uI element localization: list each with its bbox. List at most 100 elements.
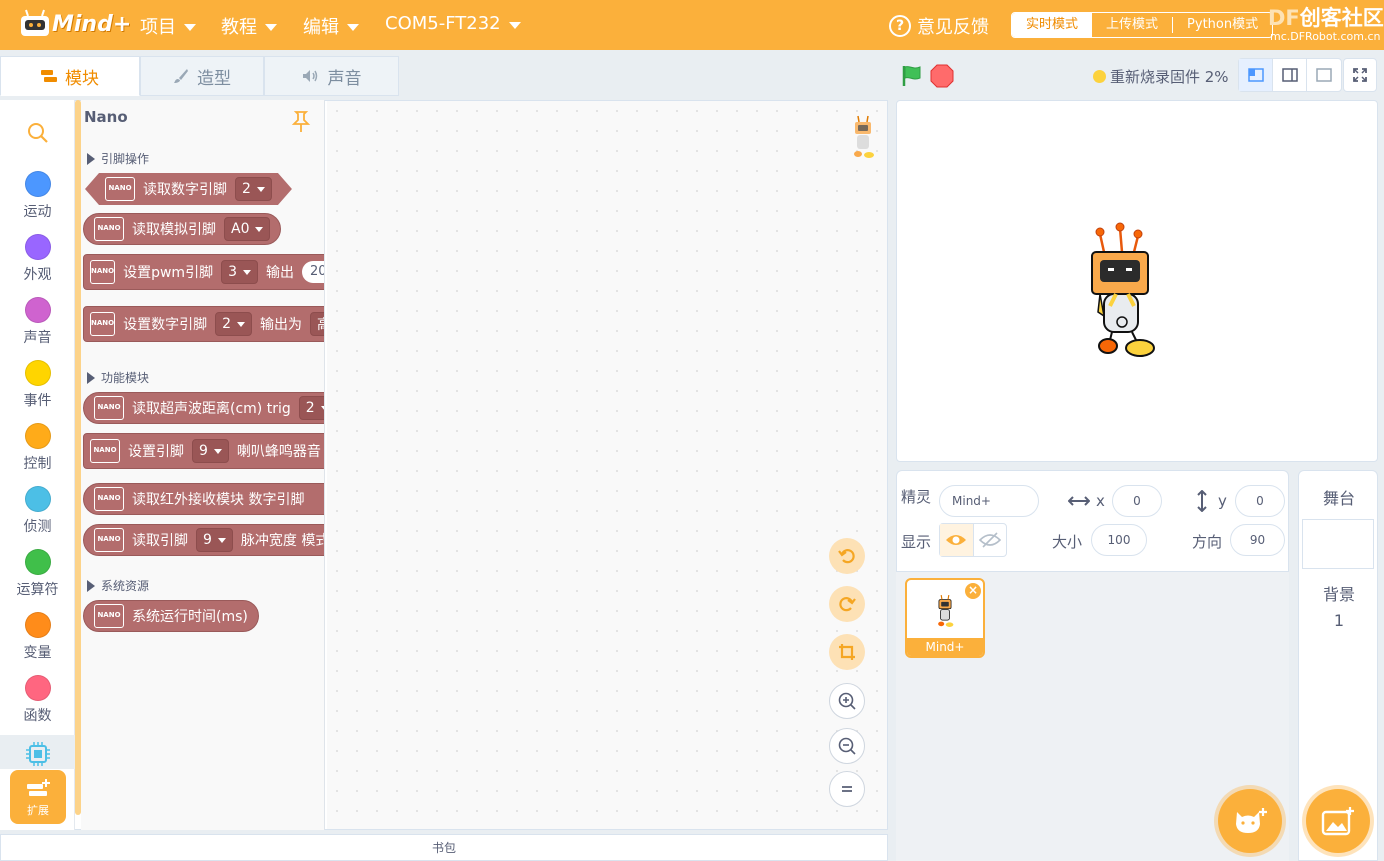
tab-costumes[interactable]: 造型 <box>140 56 264 96</box>
menu-serial-port[interactable]: COM5-FT232 <box>385 13 521 34</box>
category-dot <box>24 612 51 638</box>
section-function-modules[interactable]: 功能模块 <box>87 369 149 386</box>
block-read-ir[interactable]: NANO 读取红外接收模块 数字引脚 <box>83 483 324 515</box>
sprite-thumbnail[interactable]: × Mind+ <box>905 578 985 658</box>
dropdown-value: A0 <box>231 221 250 237</box>
category-sound[interactable]: 声音 <box>0 297 75 347</box>
category-dot <box>24 297 51 323</box>
pin-dropdown[interactable]: 9 <box>192 439 229 463</box>
pin-dropdown[interactable]: A0 <box>224 217 271 241</box>
block-read-ultrasonic[interactable]: NANO 读取超声波距离(cm) trig 2 <box>83 392 324 424</box>
pwm-value-input[interactable]: 20 <box>302 261 324 283</box>
category-sensing[interactable]: 侦测 <box>0 486 75 536</box>
backdrop-count: 1 <box>1333 611 1345 630</box>
section-pin-ops[interactable]: 引脚操作 <box>87 150 149 167</box>
pin-dropdown[interactable]: 9 <box>196 528 233 552</box>
category-operators[interactable]: 运算符 <box>0 549 75 599</box>
small-stage-button[interactable] <box>1239 59 1273 91</box>
block-text: 读取红外接收模块 数字引脚 <box>132 492 305 508</box>
block-read-analog-pin[interactable]: NANO 读取模拟引脚 A0 <box>83 213 282 245</box>
delete-sprite-icon[interactable]: × <box>965 583 981 599</box>
stop-icon[interactable] <box>930 64 954 88</box>
block-set-buzzer[interactable]: NANO 设置引脚 9 喇叭蜂鸣器音 <box>83 433 324 469</box>
nano-board-icon: NANO <box>94 396 124 420</box>
block-text: 系统运行时间(ms) <box>132 609 248 625</box>
menu-tutorial[interactable]: 教程 <box>221 13 277 39</box>
category-variables[interactable]: 变量 <box>0 612 75 662</box>
pin-dropdown[interactable]: 2 <box>235 177 272 201</box>
cat-plus-icon <box>1236 808 1267 833</box>
editor-tabs: 模块 造型 声音 <box>0 56 399 96</box>
search-icon[interactable] <box>27 122 49 144</box>
menu-tutorial-label: 教程 <box>221 17 257 38</box>
add-backdrop-button[interactable] <box>1306 789 1370 853</box>
dfrobot-community-logo[interactable]: DF创客社区 mc.DFRobot.com.cn <box>1268 2 1384 48</box>
crop-button[interactable] <box>829 634 865 670</box>
feedback-button[interactable]: ? 意见反馈 <box>889 13 989 39</box>
tab-sounds[interactable]: 声音 <box>264 56 399 96</box>
x-input[interactable]: 0 <box>1112 485 1162 517</box>
dropdown-caret-icon <box>255 226 264 232</box>
mind-plus-logo[interactable]: Mind+ <box>18 8 131 44</box>
category-label: 变量 <box>23 645 52 661</box>
pin-dropdown[interactable]: 3 <box>221 260 258 284</box>
large-stage-button[interactable] <box>1273 59 1307 91</box>
category-label: 外观 <box>23 267 52 283</box>
x-label: x <box>1096 492 1105 510</box>
green-flag-icon[interactable] <box>900 64 924 88</box>
category-looks[interactable]: 外观 <box>0 234 75 284</box>
nano-board-icon: NANO <box>105 177 135 201</box>
zoom-reset-button[interactable] <box>829 771 865 807</box>
backpack-bar[interactable]: 书包 <box>0 834 888 861</box>
block-set-digital-pin[interactable]: NANO 设置数字引脚 2 输出为 高 <box>83 306 324 342</box>
pin-icon[interactable] <box>291 110 311 134</box>
mode-python-button[interactable]: Python模式 <box>1173 13 1272 37</box>
hide-sprite-button[interactable] <box>974 524 1007 556</box>
block-flyout: Nano 引脚操作 NANO 读取数字引脚 2 NANO 读取模拟引脚 A0 N… <box>81 100 325 830</box>
block-text: 读取超声波距离(cm) trig <box>132 401 291 417</box>
extension-button[interactable]: 扩展 <box>10 770 66 824</box>
zoom-out-icon <box>838 737 856 755</box>
category-dot <box>24 675 51 701</box>
block-read-digital-pin[interactable]: NANO 读取数字引脚 2 <box>85 173 292 205</box>
category-functions[interactable]: 函数 <box>0 675 75 725</box>
redo-icon <box>839 597 856 612</box>
mind-plus-sprite[interactable] <box>1082 222 1162 362</box>
fullscreen-button[interactable] <box>1343 58 1377 92</box>
pin-dropdown[interactable]: 2 <box>215 312 253 336</box>
block-set-pwm-pin[interactable]: NANO 设置pwm引脚 3 输出 20 <box>83 254 324 290</box>
menu-project[interactable]: 项目 <box>140 13 196 39</box>
show-sprite-button[interactable] <box>940 524 974 556</box>
category-nano-selected[interactable] <box>0 735 81 769</box>
level-dropdown[interactable]: 高 <box>310 312 324 336</box>
y-input[interactable]: 0 <box>1235 485 1285 517</box>
mode-upload-button[interactable]: 上传模式 <box>1092 13 1172 37</box>
block-read-pulse[interactable]: NANO 读取引脚 9 脉冲宽度 模式 <box>83 524 324 556</box>
stage-thumbnail[interactable] <box>1302 519 1374 569</box>
hide-stage-button[interactable] <box>1307 59 1341 91</box>
mode-realtime-button[interactable]: 实时模式 <box>1012 13 1093 37</box>
firmware-status-text: 重新烧录固件 2% <box>1110 68 1229 86</box>
category-label: 运动 <box>23 204 52 220</box>
sprite-name-input[interactable]: Mind+ <box>939 485 1039 517</box>
trig-pin-dropdown[interactable]: 2 <box>298 396 324 420</box>
category-label: 事件 <box>23 393 52 409</box>
size-input[interactable]: 100 <box>1091 524 1147 556</box>
category-events[interactable]: 事件 <box>0 360 75 410</box>
section-system-resources[interactable]: 系统资源 <box>87 577 149 594</box>
tab-blocks[interactable]: 模块 <box>0 56 140 96</box>
redo-button[interactable] <box>829 586 865 622</box>
block-text: 读取模拟引脚 <box>132 222 216 238</box>
script-area[interactable] <box>327 101 887 829</box>
category-control[interactable]: 控制 <box>0 423 75 473</box>
crop-icon <box>839 644 855 660</box>
zoom-out-button[interactable] <box>829 728 865 764</box>
menu-edit[interactable]: 编辑 <box>303 13 359 39</box>
undo-button[interactable] <box>829 538 865 574</box>
category-motion[interactable]: 运动 <box>0 171 75 221</box>
add-sprite-button[interactable] <box>1218 789 1282 853</box>
direction-input[interactable]: 90 <box>1230 524 1285 556</box>
zoom-in-button[interactable] <box>829 683 865 719</box>
reflash-firmware-status[interactable]: 重新烧录固件 2% <box>1093 66 1229 87</box>
block-system-runtime[interactable]: NANO 系统运行时间(ms) <box>83 600 259 632</box>
